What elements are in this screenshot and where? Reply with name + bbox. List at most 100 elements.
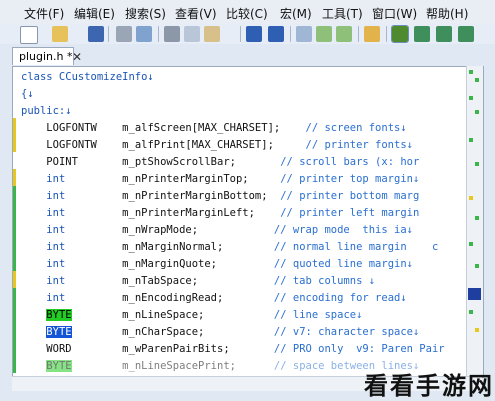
code-comment: // PRO only v9: Paren Pair bbox=[273, 343, 445, 355]
member-name: m_nLineSpacePrint; bbox=[122, 360, 236, 372]
tab-strip: plugin.h * ✕ bbox=[0, 44, 495, 66]
code-comment: // line space↓ bbox=[273, 309, 363, 321]
code-text: public:↓ bbox=[21, 105, 72, 117]
cut-icon[interactable] bbox=[164, 26, 180, 42]
menu-search[interactable]: 搜索(S) bbox=[125, 5, 166, 22]
toolbar-separator bbox=[358, 26, 359, 42]
gutter-mark-added bbox=[13, 186, 16, 271]
menu-window[interactable]: 窗口(W) bbox=[372, 5, 417, 22]
toolbar bbox=[0, 24, 495, 44]
overview-mark bbox=[475, 78, 479, 82]
find-prev-icon[interactable] bbox=[336, 26, 352, 42]
code-comment: // printer left margin bbox=[280, 207, 420, 219]
overview-mark bbox=[469, 242, 473, 246]
menu-file[interactable]: 文件(F) bbox=[24, 5, 64, 22]
menu-bar: 文件(F) 编辑(E) 搜索(S) 查看(V) 比较(C) 宏(M) 工具(T)… bbox=[0, 0, 495, 25]
toolbar-separator bbox=[108, 26, 109, 42]
code-line: int m_nPrinterMarginLeft; // printer lef… bbox=[21, 205, 445, 222]
paste-icon[interactable] bbox=[204, 26, 220, 42]
member-name: m_alfScreen[MAX_CHARSET]; bbox=[122, 122, 281, 134]
toolbar-separator bbox=[386, 26, 387, 42]
menu-tools[interactable]: 工具(T) bbox=[322, 5, 363, 22]
type-keyword-highlighted: BYTE bbox=[46, 360, 72, 372]
type-keyword: int bbox=[46, 207, 66, 219]
overview-mark bbox=[469, 70, 473, 74]
view-d-icon[interactable] bbox=[458, 26, 474, 42]
code-comment: // scroll bars (x: hor bbox=[280, 156, 420, 168]
print-preview-icon[interactable] bbox=[136, 26, 152, 42]
overview-mark bbox=[475, 216, 479, 220]
code-comment: // printer fonts↓ bbox=[305, 139, 413, 151]
code-line: POINT m_ptShowScrollBar; // scroll bars … bbox=[21, 154, 445, 171]
member-name: m_nCharSpace; bbox=[122, 326, 205, 338]
member-name: m_nWrapMode; bbox=[122, 224, 199, 236]
code-line: int m_nPrinterMarginBottom; // printer b… bbox=[21, 188, 445, 205]
code-comment: // normal line margin c bbox=[273, 241, 439, 253]
new-icon[interactable] bbox=[20, 26, 38, 44]
menu-macro[interactable]: 宏(M) bbox=[280, 5, 312, 22]
type-keyword: int bbox=[46, 190, 66, 202]
code-lines: class CCustomizeInfo↓ {↓ public:↓ LOGFON… bbox=[21, 69, 445, 375]
find-icon[interactable] bbox=[296, 26, 312, 42]
code-line: int m_nMarginNormal; // normal line marg… bbox=[21, 239, 445, 256]
menu-help[interactable]: 帮助(H) bbox=[426, 5, 468, 22]
member-name: m_ptShowScrollBar; bbox=[122, 156, 236, 168]
member-name: m_nPrinterMarginLeft; bbox=[122, 207, 255, 219]
code-line: int m_nTabSpace; // tab columns ↓ bbox=[21, 273, 445, 290]
member-name: m_nPrinterMarginTop; bbox=[122, 173, 249, 185]
code-comment: // wrap mode this ia↓ bbox=[273, 224, 413, 236]
code-comment: // quoted line margin↓ bbox=[273, 258, 413, 270]
view-a-icon[interactable] bbox=[391, 25, 409, 43]
scroll-thumb[interactable] bbox=[468, 288, 481, 300]
menu-compare[interactable]: 比较(C) bbox=[226, 5, 268, 22]
close-icon[interactable]: ✕ bbox=[72, 50, 82, 64]
view-c-icon[interactable] bbox=[436, 26, 452, 42]
type-keyword: LOGFONTW bbox=[46, 122, 97, 134]
save-icon[interactable] bbox=[88, 26, 104, 42]
overview-mark bbox=[475, 328, 479, 332]
code-comment: // printer bottom marg bbox=[280, 190, 420, 202]
type-keyword: LOGFONTW bbox=[46, 139, 97, 151]
change-gutter bbox=[13, 67, 19, 377]
member-name: m_alfPrint[MAX_CHARSET]; bbox=[122, 139, 274, 151]
toolbar-separator bbox=[240, 26, 241, 42]
bookmark-icon[interactable] bbox=[364, 26, 380, 42]
code-line: int m_nEncodingRead; // encoding for rea… bbox=[21, 290, 445, 307]
member-name: m_nEncodingRead; bbox=[122, 292, 224, 304]
menu-edit[interactable]: 编辑(E) bbox=[74, 5, 115, 22]
undo-icon[interactable] bbox=[246, 26, 262, 42]
copy-icon[interactable] bbox=[184, 26, 200, 42]
overview-mark bbox=[469, 310, 473, 314]
tab-plugin-h[interactable]: plugin.h * bbox=[12, 47, 74, 65]
code-text: {↓ bbox=[21, 88, 34, 100]
type-keyword-highlighted: BYTE bbox=[46, 309, 72, 321]
gutter-mark-modified bbox=[13, 271, 16, 288]
redo-icon[interactable] bbox=[268, 26, 284, 42]
overview-mark bbox=[475, 162, 479, 166]
type-keyword: int bbox=[46, 173, 66, 185]
member-name: m_nMarginQuote; bbox=[122, 258, 217, 270]
type-keyword: int bbox=[46, 224, 66, 236]
member-name: m_nLineSpace; bbox=[122, 309, 205, 321]
code-comment: // encoding for read↓ bbox=[273, 292, 407, 304]
find-next-icon[interactable] bbox=[316, 26, 332, 42]
overview-mark bbox=[475, 264, 479, 268]
menu-view[interactable]: 查看(V) bbox=[175, 5, 217, 22]
code-line: LOGFONTW m_alfScreen[MAX_CHARSET]; // sc… bbox=[21, 120, 445, 137]
code-line: BYTE m_nLineSpace; // line space↓ bbox=[21, 307, 445, 324]
type-keyword: WORD bbox=[46, 343, 72, 355]
overview-mark bbox=[469, 196, 473, 200]
print-icon[interactable] bbox=[116, 26, 132, 42]
watermark-logo: 看看手游网 bbox=[364, 372, 494, 400]
code-line: int m_nMarginQuote; // quoted line margi… bbox=[21, 256, 445, 273]
view-b-icon[interactable] bbox=[414, 26, 430, 42]
code-editor[interactable]: class CCustomizeInfo↓ {↓ public:↓ LOGFON… bbox=[12, 66, 484, 378]
vertical-scrollbar[interactable] bbox=[466, 66, 483, 377]
toolbar-separator bbox=[158, 26, 159, 42]
type-keyword: int bbox=[46, 292, 66, 304]
type-keyword-selected: BYTE bbox=[46, 326, 72, 338]
code-line: int m_nWrapMode; // wrap mode this ia↓ bbox=[21, 222, 445, 239]
code-line: BYTE m_nCharSpace; // v7: character spac… bbox=[21, 324, 445, 341]
code-line: int m_nPrinterMarginTop; // printer top … bbox=[21, 171, 445, 188]
open-icon[interactable] bbox=[52, 26, 68, 42]
